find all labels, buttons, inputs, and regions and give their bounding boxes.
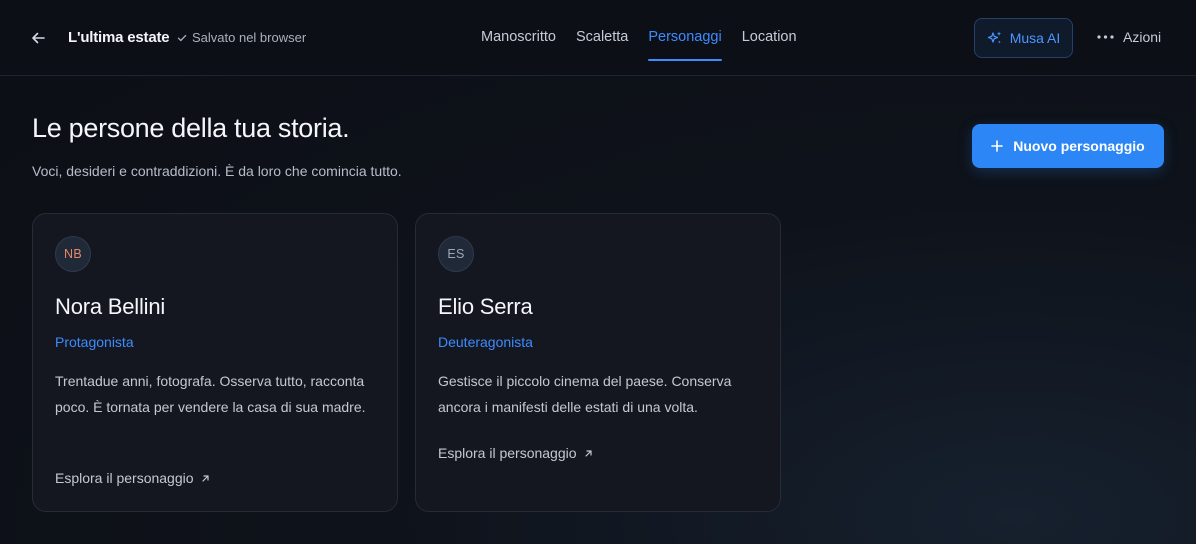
- explore-character-link[interactable]: Esplora il personaggio: [438, 445, 593, 461]
- page-subtitle: Voci, desideri e contraddizioni. È da lo…: [32, 163, 402, 179]
- character-card[interactable]: NB Nora Bellini Protagonista Trentadue a…: [32, 213, 398, 512]
- avatar-initials: ES: [447, 247, 465, 261]
- avatar: NB: [55, 236, 91, 272]
- character-role: Protagonista: [55, 334, 134, 350]
- tab-location[interactable]: Location: [742, 0, 797, 76]
- actions-label: Azioni: [1123, 29, 1162, 45]
- avatar-initials: NB: [64, 247, 82, 261]
- arrow-up-right-icon: [201, 474, 209, 482]
- back-button[interactable]: [26, 26, 50, 50]
- document-title: L'ultima estate: [68, 29, 170, 46]
- more-horizontal-icon: [1097, 35, 1114, 39]
- new-character-button[interactable]: Nuovo personaggio: [972, 124, 1164, 168]
- arrow-left-icon: [32, 32, 45, 44]
- character-card[interactable]: ES Elio Serra Deuteragonista Gestisce il…: [415, 213, 781, 512]
- save-status: Salvato nel browser: [177, 30, 306, 45]
- musa-ai-label: Musa AI: [1009, 30, 1061, 46]
- sparkles-icon: [987, 31, 1001, 44]
- tab-manoscritto[interactable]: Manoscritto: [481, 0, 556, 76]
- check-icon: [177, 34, 187, 41]
- main-nav: Manoscritto Scaletta Personaggi Location: [481, 0, 817, 76]
- new-character-label: Nuovo personaggio: [1013, 138, 1145, 154]
- character-description: Gestisce il piccolo cinema del paese. Co…: [438, 373, 732, 415]
- explore-character-label: Esplora il personaggio: [438, 445, 577, 461]
- plus-icon: [991, 140, 1004, 152]
- arrow-up-right-icon: [584, 449, 592, 457]
- save-status-label: Salvato nel browser: [192, 30, 307, 45]
- musa-ai-button[interactable]: Musa AI: [974, 18, 1073, 58]
- character-name: Nora Bellini: [55, 294, 166, 319]
- character-role: Deuteragonista: [438, 334, 533, 350]
- top-bar: L'ultima estate Salvato nel browser Mano…: [0, 0, 1196, 76]
- actions-button[interactable]: Azioni: [1097, 29, 1161, 45]
- tab-scaletta[interactable]: Scaletta: [576, 0, 628, 76]
- character-name: Elio Serra: [438, 294, 533, 319]
- character-description: Trentadue anni, fotografa. Osserva tutto…: [55, 373, 366, 415]
- tab-personaggi[interactable]: Personaggi: [648, 0, 723, 76]
- explore-character-label: Esplora il personaggio: [55, 470, 194, 486]
- avatar: ES: [438, 236, 474, 272]
- page-title: Le persone della tua storia.: [32, 113, 350, 143]
- explore-character-link[interactable]: Esplora il personaggio: [55, 470, 210, 486]
